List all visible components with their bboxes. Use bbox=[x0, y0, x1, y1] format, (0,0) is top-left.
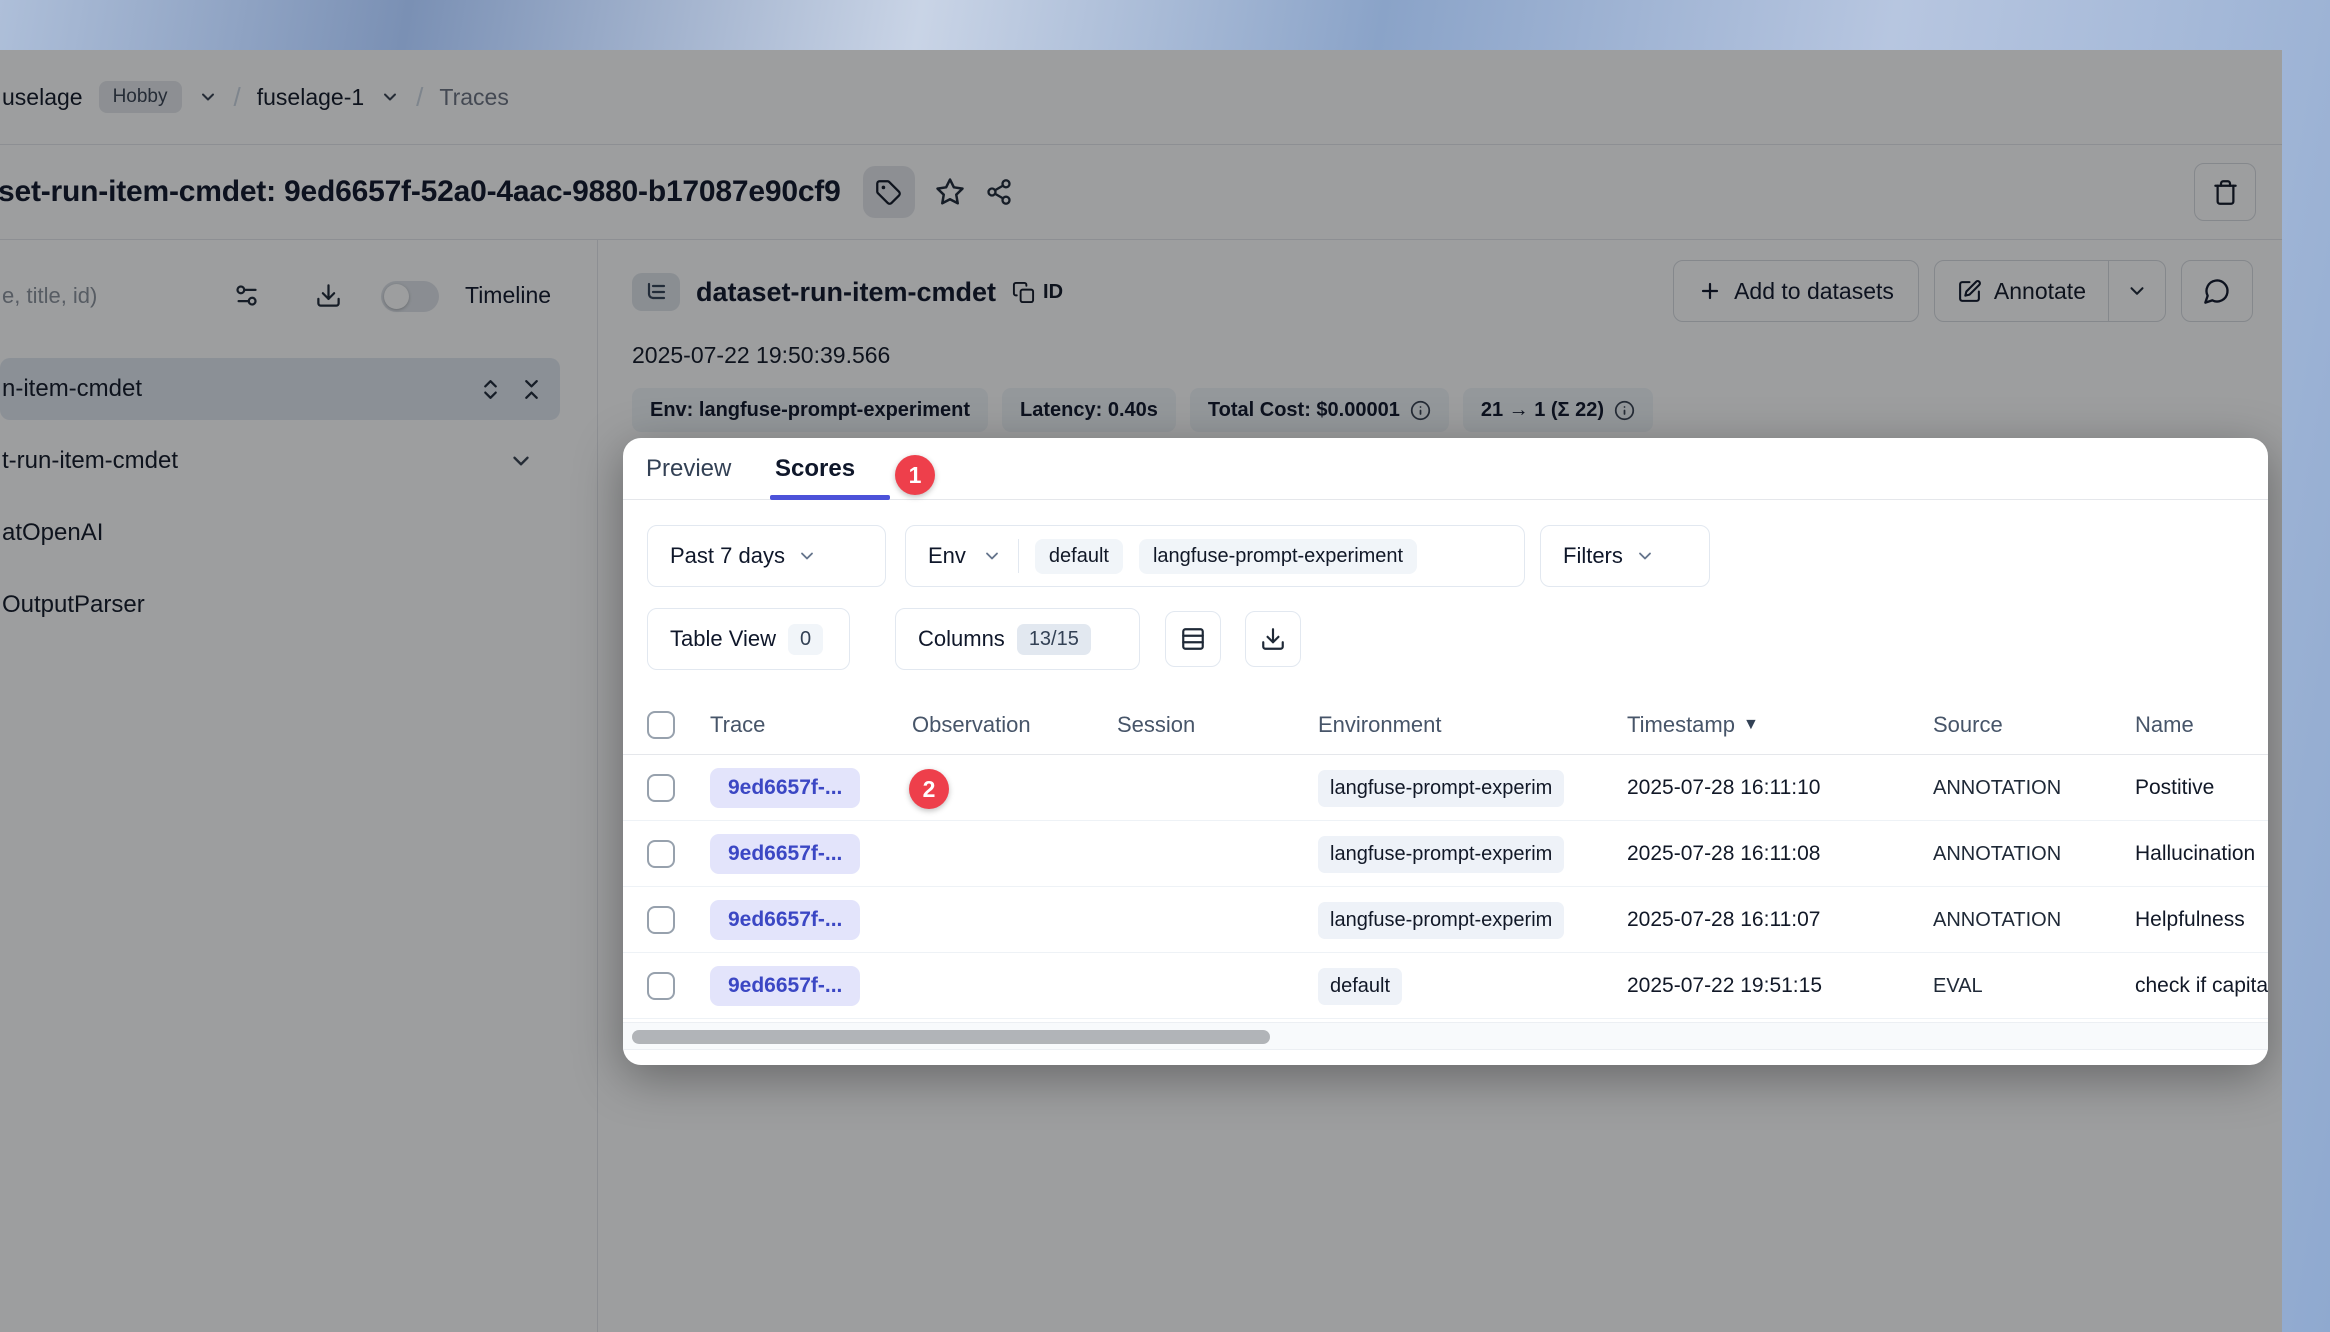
source-cell: ANNOTATION bbox=[1933, 821, 2061, 887]
row-checkbox[interactable] bbox=[647, 774, 675, 802]
annotation-step-1: 1 bbox=[895, 455, 935, 495]
environment-badge: langfuse-prompt-experim bbox=[1318, 902, 1564, 939]
table-view-label: Table View bbox=[670, 626, 776, 652]
trace-id-badge[interactable]: 9ed6657f-... bbox=[710, 834, 860, 874]
sort-desc-icon: ▼ bbox=[1743, 716, 1759, 734]
source-cell: ANNOTATION bbox=[1933, 755, 2061, 821]
header-observation[interactable]: Observation bbox=[912, 695, 1031, 755]
header-timestamp[interactable]: Timestamp ▼ bbox=[1627, 695, 1759, 755]
filters-button[interactable]: Filters bbox=[1540, 525, 1710, 587]
env-filter-label: Env bbox=[928, 543, 966, 569]
source-cell: EVAL bbox=[1933, 953, 1983, 1019]
table-view-button[interactable]: Table View 0 bbox=[647, 608, 850, 670]
environment-badge: default bbox=[1318, 968, 1402, 1005]
annotation-step-2: 2 bbox=[909, 769, 949, 809]
row-checkbox[interactable] bbox=[647, 906, 675, 934]
active-tab-indicator bbox=[770, 495, 890, 500]
table-row[interactable]: 9ed6657f-... langfuse-prompt-experim 202… bbox=[623, 887, 2268, 953]
download-icon bbox=[1260, 626, 1286, 652]
select-all-checkbox[interactable] bbox=[647, 711, 675, 739]
table-view-count: 0 bbox=[788, 624, 823, 655]
header-source[interactable]: Source bbox=[1933, 695, 2003, 755]
name-cell: check if capital bbox=[2135, 953, 2268, 1019]
scores-panel: Preview Scores 1 Past 7 days Env bbox=[623, 438, 2268, 1065]
env-chip-default[interactable]: default bbox=[1035, 539, 1123, 574]
horizontal-scrollbar bbox=[623, 1022, 2268, 1050]
export-button[interactable] bbox=[1245, 611, 1301, 667]
columns-count: 13/15 bbox=[1017, 624, 1091, 655]
row-checkbox[interactable] bbox=[647, 972, 675, 1000]
table-row[interactable]: 9ed6657f-... langfuse-prompt-experim 202… bbox=[623, 755, 2268, 821]
chevron-down-icon bbox=[797, 546, 817, 566]
tabs: Preview Scores bbox=[623, 438, 2268, 500]
trace-id-badge[interactable]: 9ed6657f-... bbox=[710, 768, 860, 808]
header-trace[interactable]: Trace bbox=[710, 695, 765, 755]
date-range-button[interactable]: Past 7 days bbox=[647, 525, 886, 587]
table-row[interactable]: 9ed6657f-... langfuse-prompt-experim 202… bbox=[623, 821, 2268, 887]
timestamp-cell: 2025-07-22 19:51:15 bbox=[1627, 953, 1822, 1019]
filters-label: Filters bbox=[1563, 543, 1623, 569]
app-window: uselage Hobby / fuselage-1 / Traces set-… bbox=[0, 50, 2282, 1332]
timestamp-cell: 2025-07-28 16:11:08 bbox=[1627, 821, 1820, 887]
name-cell: Hallucination bbox=[2135, 821, 2255, 887]
environment-badge: langfuse-prompt-experim bbox=[1318, 770, 1564, 807]
header-session[interactable]: Session bbox=[1117, 695, 1195, 755]
trace-id-badge[interactable]: 9ed6657f-... bbox=[710, 966, 860, 1006]
date-range-label: Past 7 days bbox=[670, 543, 785, 569]
columns-label: Columns bbox=[918, 626, 1005, 652]
tab-scores[interactable]: Scores bbox=[775, 438, 855, 500]
source-cell: ANNOTATION bbox=[1933, 887, 2061, 953]
columns-button[interactable]: Columns 13/15 bbox=[895, 608, 1140, 670]
timestamp-cell: 2025-07-28 16:11:10 bbox=[1627, 755, 1820, 821]
environment-badge: langfuse-prompt-experim bbox=[1318, 836, 1564, 873]
divider bbox=[1018, 539, 1019, 573]
table-row[interactable]: 9ed6657f-... default 2025-07-22 19:51:15… bbox=[623, 953, 2268, 1019]
trace-id-badge[interactable]: 9ed6657f-... bbox=[710, 900, 860, 940]
chevron-down-icon bbox=[982, 546, 1002, 566]
row-checkbox[interactable] bbox=[647, 840, 675, 868]
tab-preview[interactable]: Preview bbox=[646, 438, 731, 500]
timestamp-cell: 2025-07-28 16:11:07 bbox=[1627, 887, 1820, 953]
row-height-button[interactable] bbox=[1165, 611, 1221, 667]
header-environment[interactable]: Environment bbox=[1318, 695, 1442, 755]
desktop-wallpaper: uselage Hobby / fuselage-1 / Traces set-… bbox=[0, 0, 2330, 1332]
chevron-down-icon bbox=[1635, 546, 1655, 566]
table-header: Trace Observation Session Environment Ti… bbox=[623, 695, 2268, 755]
scrollbar-thumb[interactable] bbox=[632, 1030, 1270, 1044]
env-chip-experiment[interactable]: langfuse-prompt-experiment bbox=[1139, 539, 1417, 574]
env-filter-button[interactable]: Env default langfuse-prompt-experiment bbox=[905, 525, 1525, 587]
rows-icon bbox=[1180, 626, 1206, 652]
name-cell: Helpfulness bbox=[2135, 887, 2245, 953]
header-name[interactable]: Name bbox=[2135, 695, 2194, 755]
name-cell: Postitive bbox=[2135, 755, 2214, 821]
